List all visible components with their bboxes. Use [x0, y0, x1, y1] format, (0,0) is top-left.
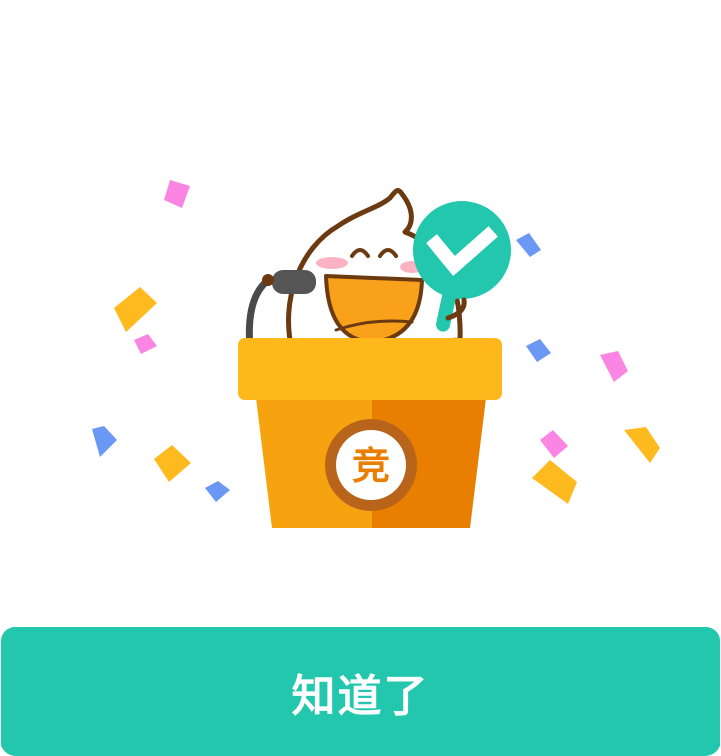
- confirm-button[interactable]: 知道了: [1, 627, 720, 756]
- confirm-button-label: 知道了: [291, 670, 430, 722]
- podium-mascot-illustration: 竞: [92, 180, 660, 528]
- podium-badge-text: 竞: [352, 444, 390, 488]
- podium-icon: 竞: [238, 338, 502, 528]
- confirmation-dialog: 竞 知道了: [0, 0, 721, 756]
